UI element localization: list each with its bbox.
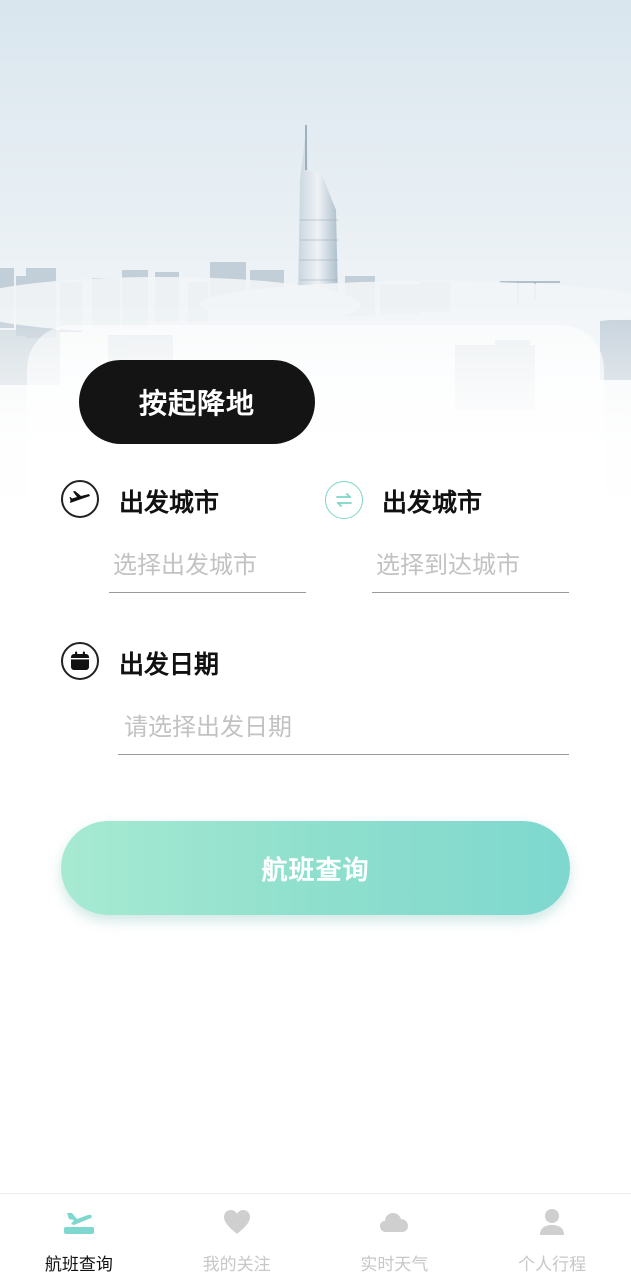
nav-item-itinerary[interactable]: 个人行程 [473,1194,631,1280]
flight-search-button[interactable]: 航班查询 [61,821,570,915]
nav-label: 航班查询 [44,1255,113,1275]
mode-toggle-button[interactable]: 按起降地 [79,360,315,444]
arrival-city-input[interactable]: 选择到达城市 [372,533,569,593]
nav-label: 实时天气 [360,1255,429,1275]
nav-label: 我的关注 [202,1255,271,1275]
arrival-placeholder: 选择到达城市 [376,551,520,579]
flight-icon [62,1206,96,1238]
date-input[interactable]: 请选择出发日期 [118,695,569,755]
arrival-label: 出发城市 [382,488,483,517]
nav-item-weather[interactable]: 实时天气 [316,1194,474,1280]
departure-city-input[interactable]: 选择出发城市 [109,533,306,593]
swap-icon[interactable] [325,481,363,519]
cloud-icon [377,1206,411,1238]
user-icon [535,1206,569,1238]
plane-icon [61,480,99,518]
nav-label: 个人行程 [518,1255,587,1275]
bottom-nav: 航班查询 我的关注 实时天气 个人行程 [0,1193,631,1280]
nav-item-flight-search[interactable]: 航班查询 [0,1194,158,1280]
departure-placeholder: 选择出发城市 [113,551,257,579]
nav-item-my-follow[interactable]: 我的关注 [158,1194,316,1280]
date-label: 出发日期 [119,650,220,679]
heart-icon [220,1206,254,1238]
calendar-icon [61,642,99,680]
departure-label: 出发城市 [119,488,220,517]
date-placeholder: 请选择出发日期 [124,713,292,741]
